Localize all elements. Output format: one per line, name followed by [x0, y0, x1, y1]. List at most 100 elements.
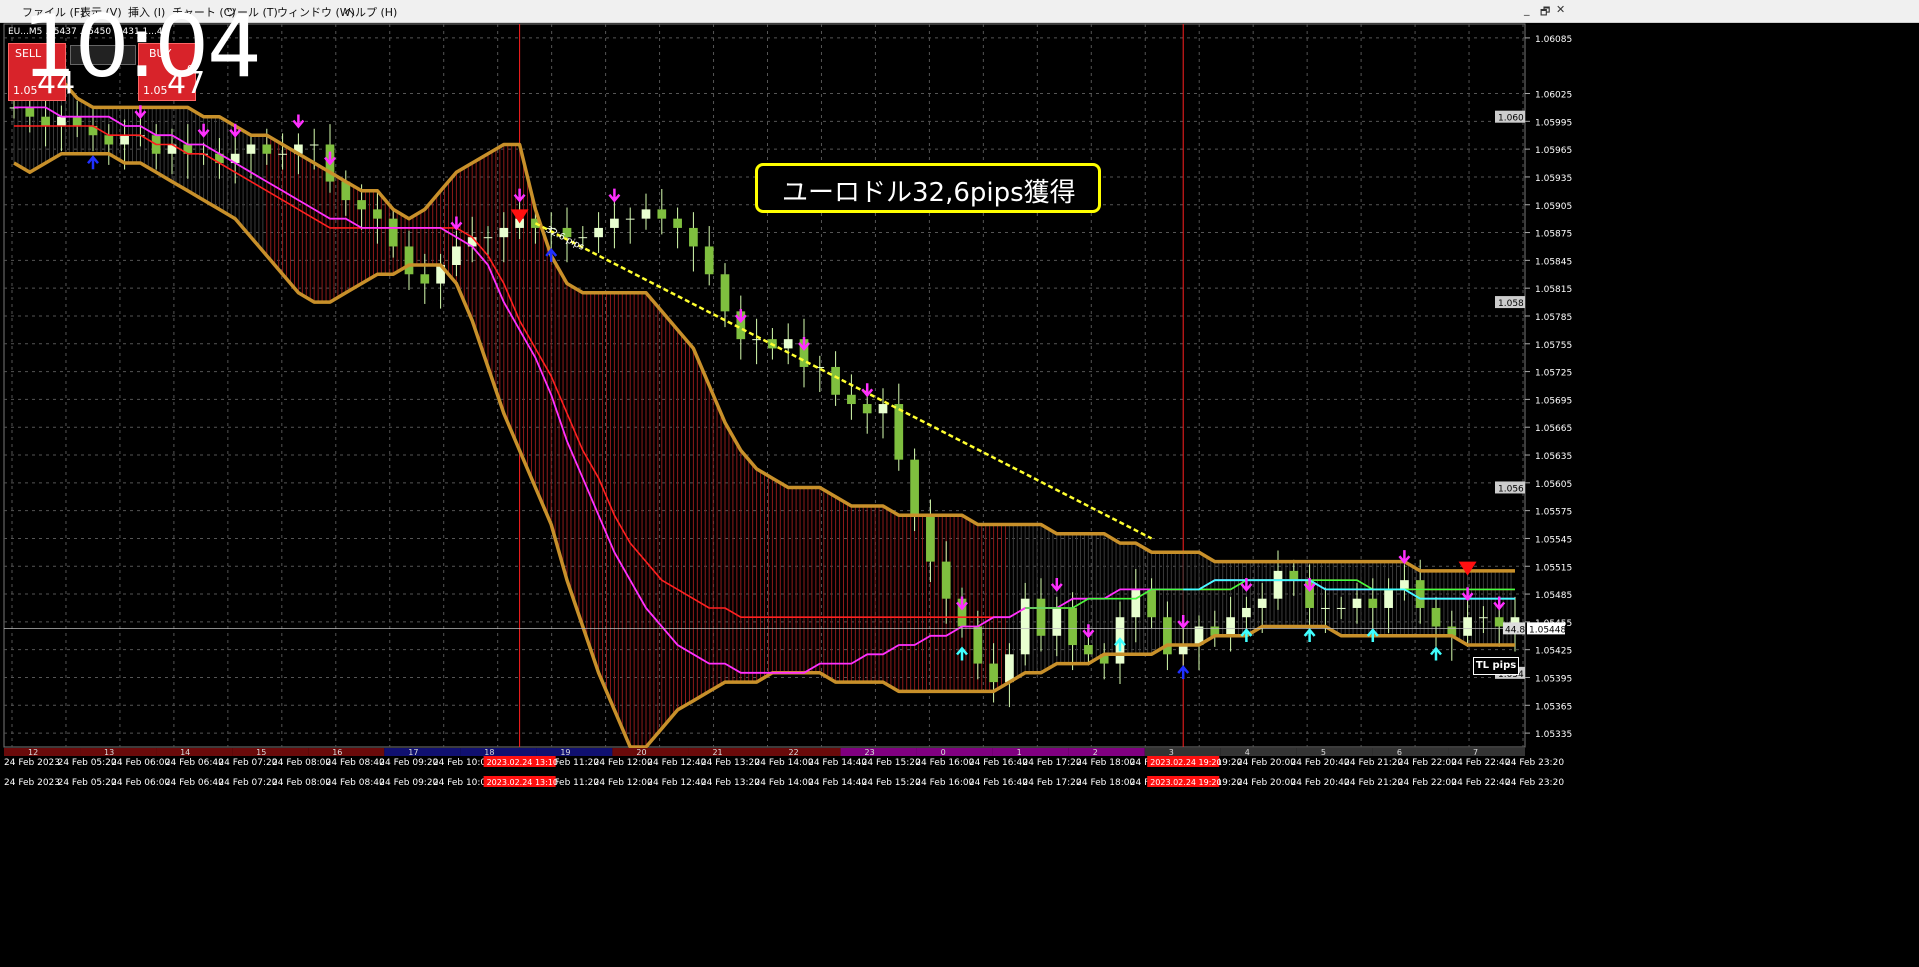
session-label: 17: [408, 748, 418, 757]
session-segment: [4, 748, 81, 756]
price-badge: 1.058: [1498, 299, 1524, 309]
candle-body: [594, 227, 603, 238]
time-axis-label: 24 Feb 08:00: [272, 778, 331, 788]
session-segment: [1296, 748, 1373, 756]
session-label: 0: [941, 748, 946, 757]
time-axis-label: 24 Feb 12:00: [594, 778, 653, 788]
price-tick-label: 1.05575: [1535, 508, 1572, 518]
time-axis-label: 24 Feb 17:20: [1023, 778, 1082, 788]
session-label: 7: [1473, 748, 1478, 757]
session-label: 23: [865, 748, 875, 757]
time-axis-label: 24 Feb 22:40: [1451, 758, 1510, 768]
time-axis-label: 24 Feb 20:40: [1291, 758, 1350, 768]
price-tick-label: 1.05965: [1535, 146, 1572, 156]
price-tick-label: 1.05815: [1535, 285, 1572, 295]
highlight-time-label: 2023.02.24 19:20: [1150, 778, 1221, 787]
session-segment: [80, 748, 157, 756]
time-axis-label: 24 Feb 20:00: [1237, 758, 1296, 768]
session-label: 6: [1397, 748, 1402, 757]
session-segment: [536, 748, 613, 756]
session-segment: [1372, 748, 1449, 756]
candle-body: [989, 663, 998, 683]
time-axis-label: 24 Feb 05:20: [58, 758, 117, 768]
candle-body: [1052, 607, 1062, 636]
session-segment: [232, 748, 309, 756]
session-segment: [460, 748, 537, 756]
minimize-icon[interactable]: _: [1524, 3, 1530, 16]
session-segment: [992, 748, 1069, 756]
price-tick-label: 1.05635: [1535, 452, 1572, 462]
session-label: 22: [789, 748, 799, 757]
session-segment: [916, 748, 993, 756]
menu-help[interactable]: ヘルプ (H): [344, 4, 397, 20]
time-axis-label: 24 Feb 14:00: [755, 758, 814, 768]
time-axis-label: 24 Feb 16:00: [915, 758, 974, 768]
time-axis-label: 24 Feb 23:20: [1505, 758, 1564, 768]
candle-body: [120, 135, 129, 145]
session-label: 5: [1321, 748, 1326, 757]
time-axis-label: 24 Feb 14:40: [808, 758, 867, 768]
price-tick-label: 1.05515: [1535, 563, 1572, 573]
time-axis-label: 24 Feb 06:40: [165, 758, 224, 768]
price-tick-label: 1.05725: [1535, 369, 1572, 379]
time-axis-label: 24 Feb 13:20: [701, 758, 760, 768]
time-axis-label: 24 Feb 2023: [4, 778, 60, 788]
clock-overlay: 10:04: [22, 0, 262, 97]
restore-icon[interactable]: 🗗: [1540, 3, 1550, 22]
candle-body: [1321, 607, 1330, 609]
price-tick-label: 1.05365: [1535, 702, 1572, 712]
time-axis-label: 24 Feb 07:20: [218, 758, 277, 768]
candle-body: [926, 515, 935, 562]
candle-body: [388, 218, 398, 247]
candle-body: [57, 116, 66, 126]
price-tick-label: 1.05485: [1535, 591, 1572, 601]
candle-body: [1336, 607, 1346, 609]
candle-body: [1036, 598, 1046, 636]
candle-body: [246, 144, 256, 154]
candle-body: [1289, 570, 1299, 581]
candle-body: [278, 153, 287, 155]
candle-body: [1068, 607, 1077, 646]
session-label: 15: [256, 748, 266, 757]
price-badge: 1.056: [1498, 484, 1524, 494]
candle-body: [25, 107, 35, 117]
time-axis-label: 24 Feb 08:40: [326, 778, 385, 788]
candle-body: [420, 274, 430, 284]
candle-body: [262, 144, 272, 154]
session-label: 16: [332, 748, 342, 757]
time-axis-label: 24 Feb 21:20: [1344, 758, 1403, 768]
tl-pips-button[interactable]: TL pips: [1473, 657, 1519, 675]
time-axis-label: 24 Feb 05:20: [58, 778, 117, 788]
time-axis-label: 24 Feb 10:00: [433, 778, 492, 788]
price-tick-label: 1.06025: [1535, 91, 1572, 101]
current-price-label: 1.05448: [1529, 625, 1566, 635]
candle-body: [373, 209, 382, 219]
candle-body: [783, 339, 793, 349]
price-tick-label: 1.05545: [1535, 535, 1572, 545]
candle-body: [1005, 654, 1014, 683]
price-tick-label: 1.05755: [1535, 341, 1572, 351]
price-tick-label: 1.05665: [1535, 424, 1572, 434]
session-label: 14: [180, 748, 190, 757]
highlight-time-label: 2023.02.24 13:10: [487, 758, 558, 767]
close-icon[interactable]: ✕: [1556, 3, 1565, 16]
price-tick-label: 1.05905: [1535, 202, 1572, 212]
price-tick-label: 1.05875: [1535, 230, 1572, 240]
highlight-time-label: 2023.02.24 13:10: [487, 778, 558, 787]
session-label: 18: [484, 748, 494, 757]
candle-body: [878, 404, 888, 414]
time-axis-label: 24 Feb 22:00: [1398, 758, 1457, 768]
annotation-text: ユーロドル32,6pips獲得: [782, 178, 1076, 208]
candle-body: [1242, 607, 1251, 618]
price-tick-label: 1.05605: [1535, 480, 1572, 490]
time-axis-label: 24 Feb 16:40: [969, 758, 1028, 768]
candle-body: [657, 209, 667, 219]
session-segment: [840, 748, 917, 756]
candle-body: [1020, 598, 1030, 655]
session-label: 12: [28, 748, 38, 757]
time-axis-label: 24 Feb 21:20: [1344, 778, 1403, 788]
annotation-box[interactable]: ユーロドル32,6pips獲得: [755, 163, 1101, 213]
candle-body: [309, 144, 319, 146]
session-segment: [384, 748, 461, 756]
candle-body: [452, 246, 461, 265]
